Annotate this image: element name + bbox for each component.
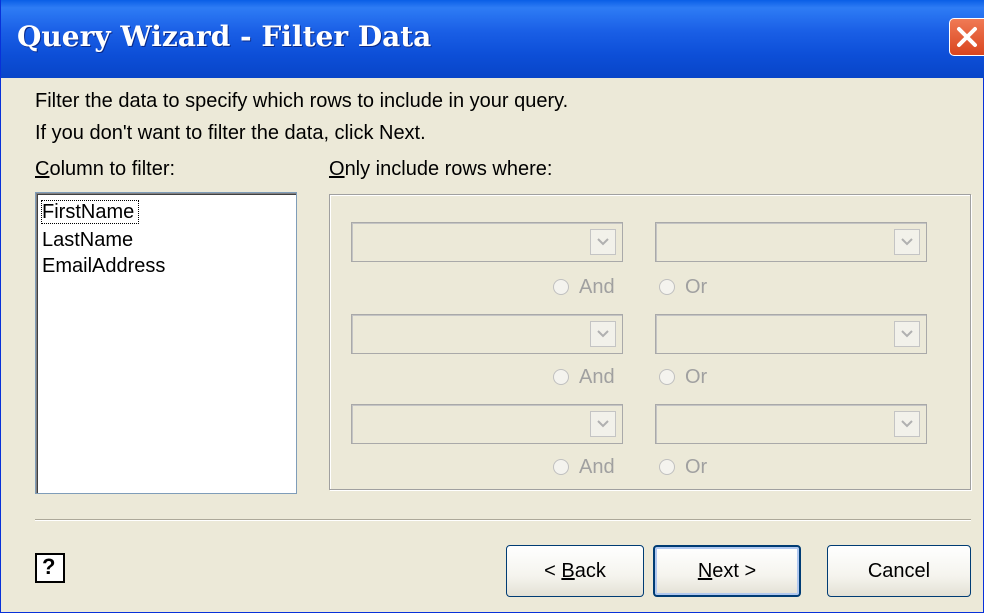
dropdown-button[interactable] (590, 229, 616, 255)
value-dropdown-3[interactable] (655, 404, 927, 444)
instruction-line-2: If you don't want to filter the data, cl… (35, 122, 426, 144)
next-accel: N (697, 559, 713, 582)
chevron-down-icon (901, 420, 913, 428)
and-radio-2[interactable]: And (553, 364, 615, 390)
and-radio-1[interactable]: And (553, 274, 615, 300)
cancel-button[interactable]: Cancel (827, 545, 971, 597)
radio-icon (553, 279, 569, 295)
back-button[interactable]: < Back (506, 545, 644, 597)
operator-dropdown-3[interactable] (351, 404, 623, 444)
chevron-down-icon (901, 330, 913, 338)
or-radio-3[interactable]: Or (659, 454, 707, 480)
only-include-rows-label: Only include rows where: (329, 158, 553, 180)
dropdown-button[interactable] (894, 229, 920, 255)
and-label: And (579, 455, 615, 478)
help-icon: ? (42, 554, 56, 579)
instruction-line-1: Filter the data to specify which rows to… (35, 90, 569, 112)
radio-icon (659, 459, 675, 475)
chevron-down-icon (597, 238, 609, 246)
value-dropdown-1[interactable] (655, 222, 927, 262)
chevron-down-icon (597, 420, 609, 428)
radio-icon (553, 459, 569, 475)
list-item[interactable]: LastName (42, 229, 133, 251)
dropdown-button[interactable] (590, 411, 616, 437)
dropdown-button[interactable] (894, 411, 920, 437)
next-rest: ext > (712, 559, 757, 582)
and-label: And (579, 275, 615, 298)
back-accel: B (561, 559, 575, 582)
column-to-filter-label: Column to filter: (35, 158, 176, 180)
or-label: Or (685, 275, 708, 298)
or-radio-1[interactable]: Or (659, 274, 707, 300)
or-label: Or (685, 365, 708, 388)
title-bar: Query Wizard - Filter Data (1, 0, 984, 78)
dropdown-button[interactable] (590, 321, 616, 347)
or-radio-2[interactable]: Or (659, 364, 707, 390)
back-prefix: < (544, 559, 562, 582)
query-wizard-dialog: Query Wizard - Filter Data Filter the da… (0, 0, 984, 613)
value-dropdown-2[interactable] (655, 314, 927, 354)
separator (35, 519, 971, 521)
and-label: And (579, 365, 615, 388)
or-label: Or (685, 455, 708, 478)
radio-icon (553, 369, 569, 385)
radio-icon (659, 279, 675, 295)
radio-icon (659, 369, 675, 385)
next-button[interactable]: Next > (653, 545, 801, 597)
dropdown-button[interactable] (894, 321, 920, 347)
and-radio-3[interactable]: And (553, 454, 615, 480)
operator-dropdown-2[interactable] (351, 314, 623, 354)
chevron-down-icon (901, 238, 913, 246)
list-item[interactable]: EmailAddress (42, 255, 165, 277)
column-list[interactable]: FirstName LastName EmailAddress (35, 192, 297, 494)
help-button[interactable]: ? (35, 553, 65, 583)
close-button[interactable] (949, 18, 984, 56)
back-rest: ack (574, 559, 606, 582)
operator-dropdown-1[interactable] (351, 222, 623, 262)
window-title: Query Wizard - Filter Data (17, 20, 432, 53)
list-item[interactable]: FirstName (40, 200, 140, 224)
close-icon (957, 27, 977, 47)
chevron-down-icon (597, 330, 609, 338)
